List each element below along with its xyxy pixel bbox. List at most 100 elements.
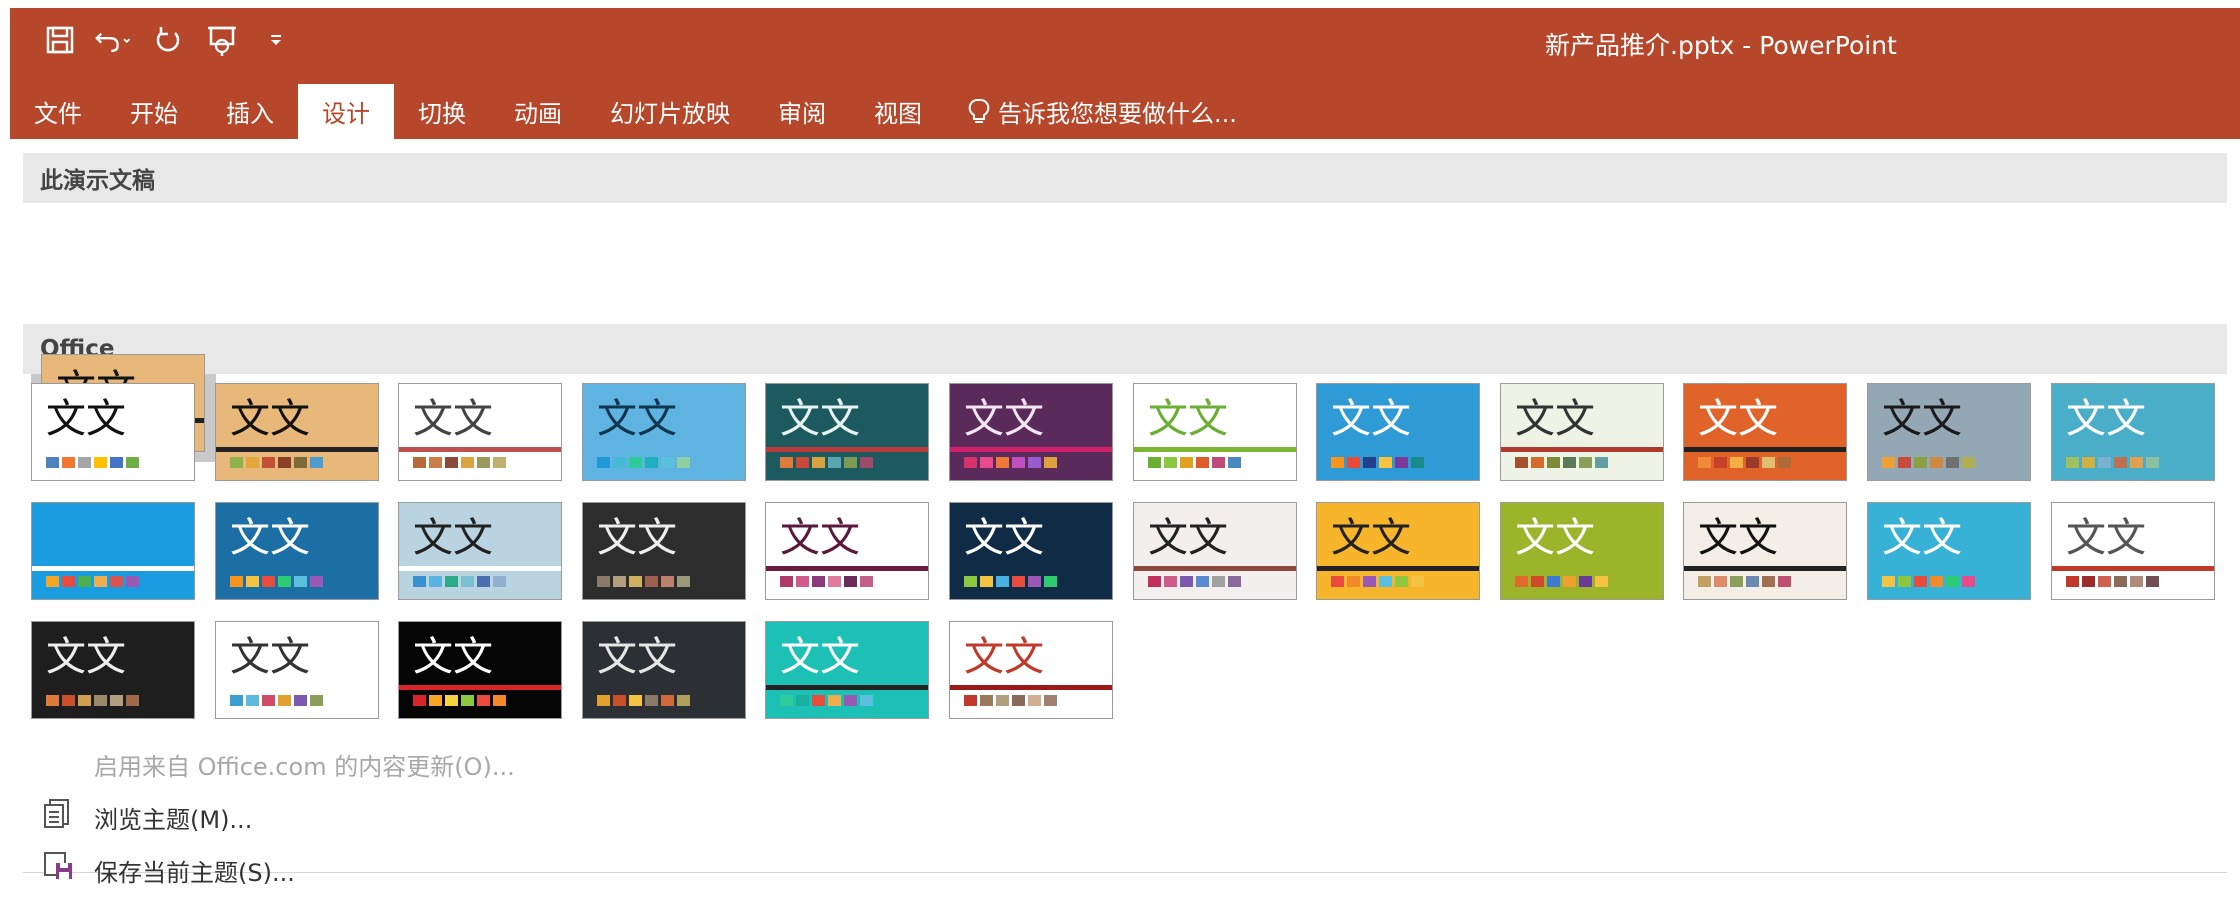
color-swatch [493,457,506,468]
theme-thumbnail-25[interactable]: 文文 [215,621,379,719]
theme-thumbnail-5[interactable]: 文文 [949,383,1113,481]
theme-thumbnail-20[interactable]: 文文 [1500,502,1664,600]
tab-5[interactable]: 动画 [490,84,586,139]
color-swatch [1914,457,1927,468]
save-current-theme-item[interactable]: 保存当前主题(S)... [94,853,295,888]
color-swatch [1180,457,1193,468]
color-swatch [294,576,307,587]
tell-me-box[interactable]: 告诉我您想要做什么... [946,84,1259,139]
undo-icon[interactable] [94,20,134,60]
theme-thumbnail-1[interactable]: 文文 [215,383,379,481]
theme-color-swatches [46,695,139,706]
color-swatch [1930,457,1943,468]
theme-thumbnail-0[interactable]: 文文 [31,383,195,481]
theme-accent-bar [1134,566,1296,571]
color-swatch [780,457,793,468]
color-swatch [1515,457,1528,468]
theme-thumbnail-28[interactable]: 文文 [765,621,929,719]
theme-thumbnail-7[interactable]: 文文 [1316,383,1480,481]
color-swatch [110,457,123,468]
save-icon[interactable] [40,20,80,60]
color-swatch [1531,576,1544,587]
theme-color-swatches [1331,576,1424,587]
tab-8[interactable]: 视图 [850,84,946,139]
color-swatch [1746,457,1759,468]
color-swatch [246,576,259,587]
tab-1[interactable]: 开始 [106,84,202,139]
theme-thumbnail-11[interactable]: 文文 [2051,383,2215,481]
color-swatch [230,695,243,706]
color-swatch [94,457,107,468]
color-swatch [796,457,809,468]
theme-thumbnail-26[interactable]: 文文 [398,621,562,719]
color-swatch [661,695,674,706]
theme-thumbnail-3[interactable]: 文文 [582,383,746,481]
color-swatch [996,576,1009,587]
color-swatch [1028,576,1041,587]
theme-sample-text: 文文 [1148,396,1228,442]
theme-thumbnail-18[interactable]: 文文 [1133,502,1297,600]
theme-thumbnail-9[interactable]: 文文 [1683,383,1847,481]
color-swatch [278,695,291,706]
color-swatch [828,695,841,706]
tab-4[interactable]: 切换 [394,84,490,139]
color-swatch [1028,457,1041,468]
color-swatch [844,695,857,706]
theme-thumbnail-27[interactable]: 文文 [582,621,746,719]
theme-thumbnail-24[interactable]: 文文 [31,621,195,719]
theme-thumbnail-22[interactable]: 文文 [1867,502,2031,600]
window-title: 新产品推介.pptx - PowerPoint [1545,31,1897,60]
theme-thumbnail-10[interactable]: 文文 [1867,383,2031,481]
color-swatch [2114,457,2127,468]
presentation-icon[interactable] [202,20,242,60]
color-swatch [110,576,123,587]
theme-thumbnail-23[interactable]: 文文 [2051,502,2215,600]
enable-updates-item[interactable]: 启用来自 Office.com 的内容更新(O)... [94,747,515,782]
color-swatch [493,576,506,587]
customize-qat-icon[interactable] [256,20,296,60]
theme-thumbnail-21[interactable]: 文文 [1683,502,1847,600]
tab-0[interactable]: 文件 [10,84,106,139]
theme-thumbnail-16[interactable]: 文文 [765,502,929,600]
color-swatch [613,695,626,706]
theme-sample-text: 文文 [780,515,860,561]
menu-divider [23,872,2227,873]
theme-thumbnail-6[interactable]: 文文 [1133,383,1297,481]
theme-thumbnail-4[interactable]: 文文 [765,383,929,481]
color-swatch [1395,457,1408,468]
theme-thumbnail-8[interactable]: 文文 [1500,383,1664,481]
theme-thumbnail-12[interactable]: 文文 [31,502,195,600]
theme-sample-text: 文文 [780,396,860,442]
theme-thumbnail-14[interactable]: 文文 [398,502,562,600]
theme-thumbnail-29[interactable]: 文文 [949,621,1113,719]
theme-sample-text: 文文 [1698,396,1778,442]
theme-color-swatches [1148,457,1241,468]
color-swatch [1547,576,1560,587]
color-swatch [1563,457,1576,468]
theme-accent-bar [766,566,928,571]
theme-sample-text: 文文 [1515,396,1595,442]
color-swatch [2098,457,2111,468]
tab-7[interactable]: 审阅 [754,84,850,139]
redo-icon[interactable] [148,20,188,60]
color-swatch [780,576,793,587]
color-swatch [126,576,139,587]
theme-thumbnail-17[interactable]: 文文 [949,502,1113,600]
tab-3[interactable]: 设计 [298,84,394,139]
color-swatch [597,576,610,587]
theme-thumbnail-2[interactable]: 文文 [398,383,562,481]
theme-thumbnail-19[interactable]: 文文 [1316,502,1480,600]
theme-sample-text: 文文 [230,634,310,680]
color-swatch [1898,576,1911,587]
theme-thumbnail-13[interactable]: 文文 [215,502,379,600]
theme-thumbnail-15[interactable]: 文文 [582,502,746,600]
color-swatch [1914,576,1927,587]
color-swatch [413,576,426,587]
theme-color-swatches [780,695,873,706]
browse-themes-item[interactable]: 浏览主题(M)... [94,800,252,835]
color-swatch [445,457,458,468]
tab-2[interactable]: 插入 [202,84,298,139]
tab-6[interactable]: 幻灯片放映 [586,84,754,139]
color-swatch [1531,457,1544,468]
theme-sample-text: 文文 [413,515,493,561]
